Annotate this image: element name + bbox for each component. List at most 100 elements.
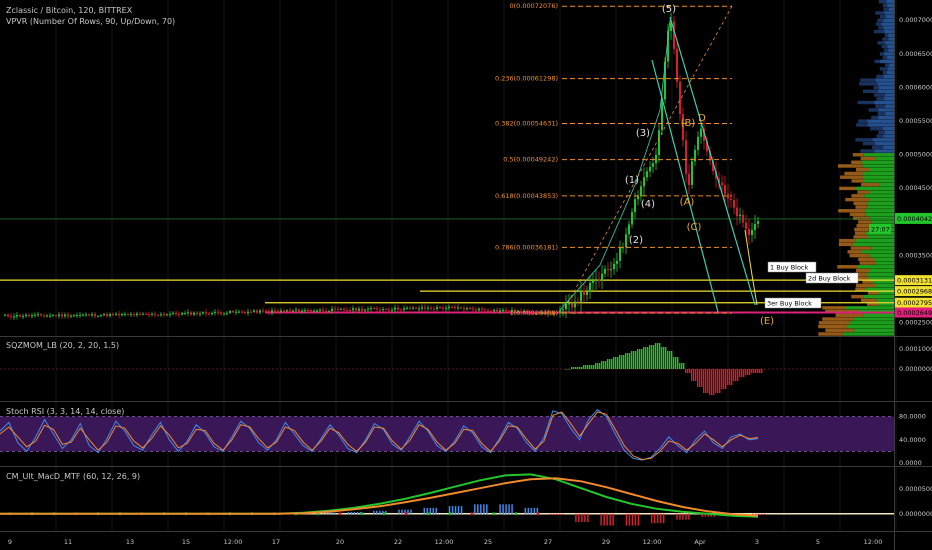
sqzmom-bar bbox=[695, 369, 697, 381]
vpvr-up-bar bbox=[875, 156, 894, 161]
time-tick-label: 11 bbox=[64, 538, 72, 546]
candle-body bbox=[478, 308, 480, 311]
sqzmom-bar bbox=[699, 369, 701, 387]
vpvr-down-bar bbox=[853, 235, 868, 239]
macd-hist-bar bbox=[376, 510, 378, 514]
vpvr-up-bar bbox=[882, 126, 894, 131]
candle-body bbox=[325, 310, 327, 312]
vpvr-down-bar bbox=[875, 22, 882, 26]
vpvr-up-bar bbox=[869, 268, 894, 273]
candle-body bbox=[265, 310, 267, 312]
price-mark-label: 0.00031312 bbox=[897, 277, 932, 285]
macd-hist-bar bbox=[656, 513, 659, 524]
candle-body bbox=[460, 307, 462, 309]
time-tick-label: 5 bbox=[816, 538, 820, 546]
vpvr-down-bar bbox=[847, 250, 862, 254]
sqzmom-bar bbox=[673, 357, 675, 369]
macd-hist-bar bbox=[334, 512, 336, 514]
candle-body bbox=[751, 229, 753, 236]
macd-hist-bar bbox=[429, 507, 432, 514]
buy-block-label: 1 Buy Block bbox=[770, 264, 809, 272]
stoch-tick-label: 40.0000 bbox=[899, 436, 926, 444]
vpvr-down-bar bbox=[844, 171, 863, 176]
time-tick-label: 15 bbox=[182, 538, 190, 546]
candle-body bbox=[697, 136, 699, 150]
price-tick-label: 0.00025000 bbox=[899, 319, 932, 327]
vpvr-up-bar bbox=[883, 97, 894, 101]
vpvr-down-bar bbox=[837, 164, 863, 168]
sqzmom-bar bbox=[685, 369, 687, 373]
vpvr-down-bar bbox=[856, 268, 870, 273]
macd-hist-bar bbox=[505, 504, 507, 514]
vpvr-down-bar bbox=[855, 287, 866, 291]
candle-body bbox=[457, 307, 459, 309]
trading-chart[interactable]: 0(0.00072076) 0.236(0.00061298) 0.382(0.00… bbox=[0, 0, 932, 550]
vpvr-up-bar bbox=[869, 190, 894, 194]
sqzmom-bar bbox=[577, 367, 579, 369]
vpvr-up-bar bbox=[842, 332, 894, 336]
candle-body bbox=[286, 310, 288, 312]
candle-body bbox=[226, 312, 228, 314]
candle-body bbox=[679, 81, 681, 115]
macd-hist-bar bbox=[410, 509, 412, 514]
price-mark-label: 0.00029681 bbox=[897, 288, 932, 296]
macd-hist-bar bbox=[401, 509, 403, 514]
candle-body bbox=[652, 163, 654, 167]
vpvr-up-bar bbox=[867, 123, 894, 127]
sqzmom-bar bbox=[609, 359, 611, 369]
vpvr-up-bar bbox=[888, 37, 894, 41]
candle-body bbox=[145, 313, 147, 315]
candle-body bbox=[748, 228, 750, 236]
macd-hist-bar bbox=[435, 507, 438, 514]
sqzmom-bar bbox=[587, 365, 589, 369]
candle-body bbox=[160, 314, 162, 316]
sqzmom-bar bbox=[725, 369, 727, 389]
vpvr-up-bar bbox=[869, 216, 894, 220]
candle-body bbox=[109, 314, 111, 316]
sqzmom-bar bbox=[607, 359, 609, 369]
candle-body bbox=[397, 307, 399, 310]
vpvr-up-bar bbox=[855, 238, 894, 243]
candle-body bbox=[25, 314, 27, 317]
macd-hist-bar bbox=[347, 511, 350, 514]
macd-hist-bar bbox=[474, 504, 476, 514]
sqzmom-bar bbox=[581, 367, 583, 369]
sqzmom-bar bbox=[755, 369, 757, 373]
sqzmom-bar bbox=[681, 363, 683, 369]
vpvr-up-bar bbox=[862, 164, 894, 168]
vpvr-up-bar bbox=[883, 26, 894, 30]
vpvr-down-bar bbox=[878, 0, 887, 4]
candle-body bbox=[676, 48, 678, 82]
time-tick-label: 29 bbox=[602, 538, 610, 546]
candle-body bbox=[142, 313, 144, 315]
candle-body bbox=[583, 290, 585, 295]
vpvr-up-bar bbox=[887, 44, 894, 49]
vpvr-up-bar bbox=[878, 291, 894, 295]
vpvr-up-bar bbox=[871, 220, 894, 224]
candle-body bbox=[331, 308, 333, 312]
candle-body bbox=[625, 234, 627, 248]
time-tick-label: 17 bbox=[272, 538, 280, 546]
vpvr-down-bar bbox=[853, 216, 870, 220]
sqzmom-bar bbox=[569, 369, 571, 370]
vpvr-up-bar bbox=[862, 175, 894, 179]
macd-dot bbox=[426, 512, 430, 516]
sqzmom-bar bbox=[571, 367, 573, 369]
vpvr-down-bar bbox=[852, 153, 864, 157]
vpvr-up-bar bbox=[879, 85, 894, 90]
sqzmom-bar bbox=[617, 357, 619, 369]
macd-hist-bar bbox=[758, 513, 760, 515]
candle-body bbox=[235, 311, 237, 313]
candle-body bbox=[100, 315, 102, 317]
wave-label: (E) bbox=[760, 316, 774, 327]
macd-hist-bar bbox=[499, 504, 501, 514]
candle-body bbox=[346, 309, 348, 311]
candle-body bbox=[688, 173, 690, 185]
buy-block-label: 3er Buy Block bbox=[767, 300, 812, 308]
macd-hist-bar bbox=[423, 507, 426, 514]
vpvr-up-bar bbox=[888, 48, 894, 52]
candle-body bbox=[61, 314, 63, 317]
vpvr-up-bar bbox=[857, 265, 894, 269]
sqzmom-bar bbox=[625, 353, 627, 369]
vpvr-down-bar bbox=[870, 126, 883, 131]
